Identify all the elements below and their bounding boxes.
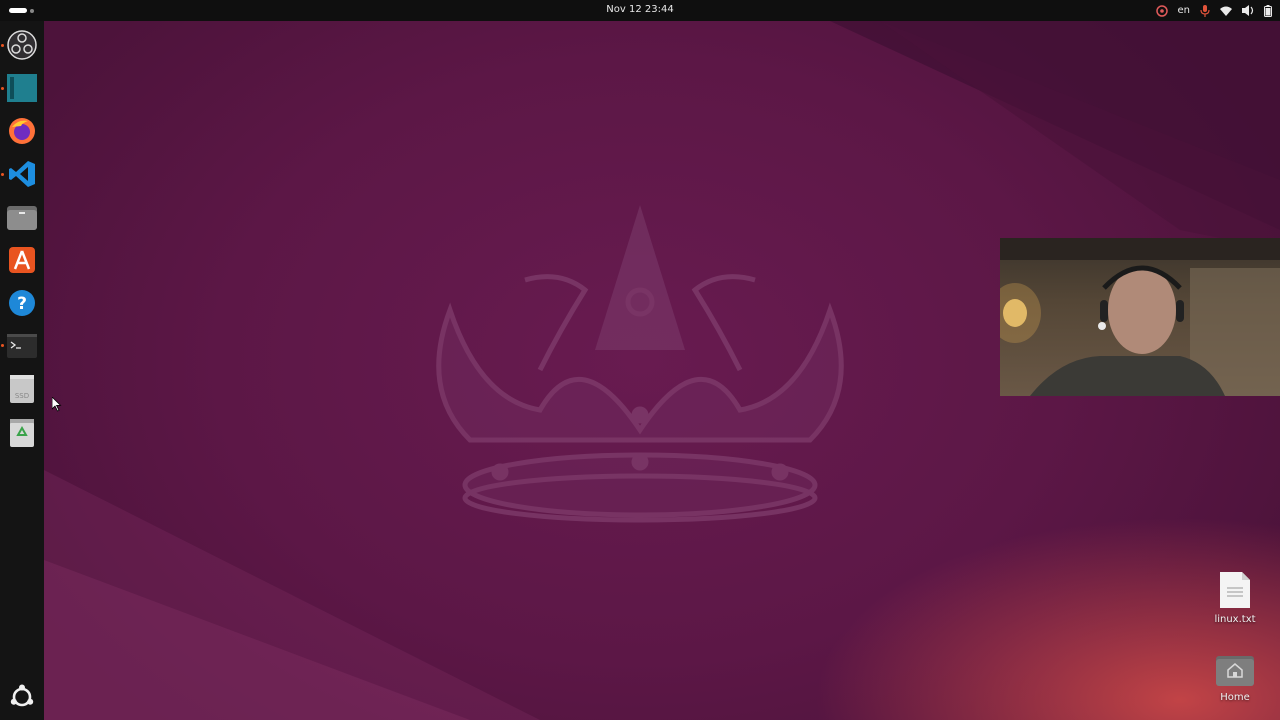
obs-tray-icon[interactable] bbox=[1155, 4, 1168, 17]
svg-text:SSD: SSD bbox=[15, 392, 29, 400]
vscode-icon bbox=[9, 161, 35, 187]
vscode-launcher[interactable] bbox=[6, 158, 38, 190]
home-folder-icon bbox=[1216, 656, 1254, 686]
firefox-launcher[interactable] bbox=[6, 115, 38, 147]
ubuntu-logo-icon bbox=[10, 684, 34, 707]
obs-studio-icon bbox=[7, 30, 37, 60]
desktop-file-linux-txt[interactable]: linux.txt bbox=[1205, 572, 1265, 625]
dock: ? SSD bbox=[0, 21, 44, 720]
svg-text:?: ? bbox=[17, 294, 27, 314]
app-center-icon bbox=[9, 247, 35, 273]
keyboard-layout-indicator[interactable]: en bbox=[1178, 5, 1191, 16]
workspace-indicator bbox=[30, 8, 34, 13]
date-time-menu[interactable]: Nov 12 23:44 bbox=[606, 4, 673, 15]
system-tray[interactable]: en bbox=[1155, 3, 1272, 18]
running-indicator bbox=[1, 173, 4, 176]
webcam-video-feed bbox=[1000, 238, 1280, 396]
top-panel: Nov 12 23:44 en bbox=[0, 0, 1280, 21]
app-center-launcher[interactable] bbox=[6, 244, 38, 276]
show-apps-button[interactable] bbox=[6, 681, 38, 713]
help-launcher[interactable]: ? bbox=[6, 287, 38, 319]
volume-icon[interactable] bbox=[1242, 5, 1254, 16]
files-folder-icon bbox=[7, 206, 37, 230]
text-file-icon bbox=[1220, 572, 1250, 608]
workspace-indicator-active bbox=[9, 8, 27, 13]
ssd-drive-launcher[interactable]: SSD bbox=[6, 373, 38, 405]
activities-button[interactable] bbox=[9, 8, 34, 13]
microphone-icon[interactable] bbox=[1200, 4, 1210, 17]
desktop-icon-label: Home bbox=[1220, 692, 1250, 703]
obs-studio-launcher[interactable] bbox=[6, 29, 38, 61]
trash-icon bbox=[10, 419, 34, 447]
drive-icon: SSD bbox=[10, 375, 34, 403]
wifi-icon[interactable] bbox=[1220, 6, 1232, 16]
battery-icon[interactable] bbox=[1264, 4, 1272, 17]
desktop-icon-label: linux.txt bbox=[1214, 614, 1256, 625]
teal-app-icon bbox=[7, 74, 37, 102]
teal-app-launcher[interactable] bbox=[6, 72, 38, 104]
mouse-pointer-icon bbox=[52, 397, 62, 412]
terminal-launcher[interactable] bbox=[6, 330, 38, 362]
crown-logo bbox=[436, 205, 844, 523]
webcam-overlay bbox=[1000, 238, 1280, 396]
firefox-icon bbox=[9, 118, 35, 144]
files-launcher[interactable] bbox=[6, 201, 38, 233]
desktop-folder-home[interactable]: Home bbox=[1205, 656, 1265, 703]
running-indicator bbox=[1, 44, 4, 47]
trash-launcher[interactable] bbox=[6, 417, 38, 449]
help-icon: ? bbox=[9, 290, 35, 316]
running-indicator bbox=[1, 87, 4, 90]
terminal-icon bbox=[7, 334, 37, 358]
running-indicator bbox=[1, 344, 4, 347]
